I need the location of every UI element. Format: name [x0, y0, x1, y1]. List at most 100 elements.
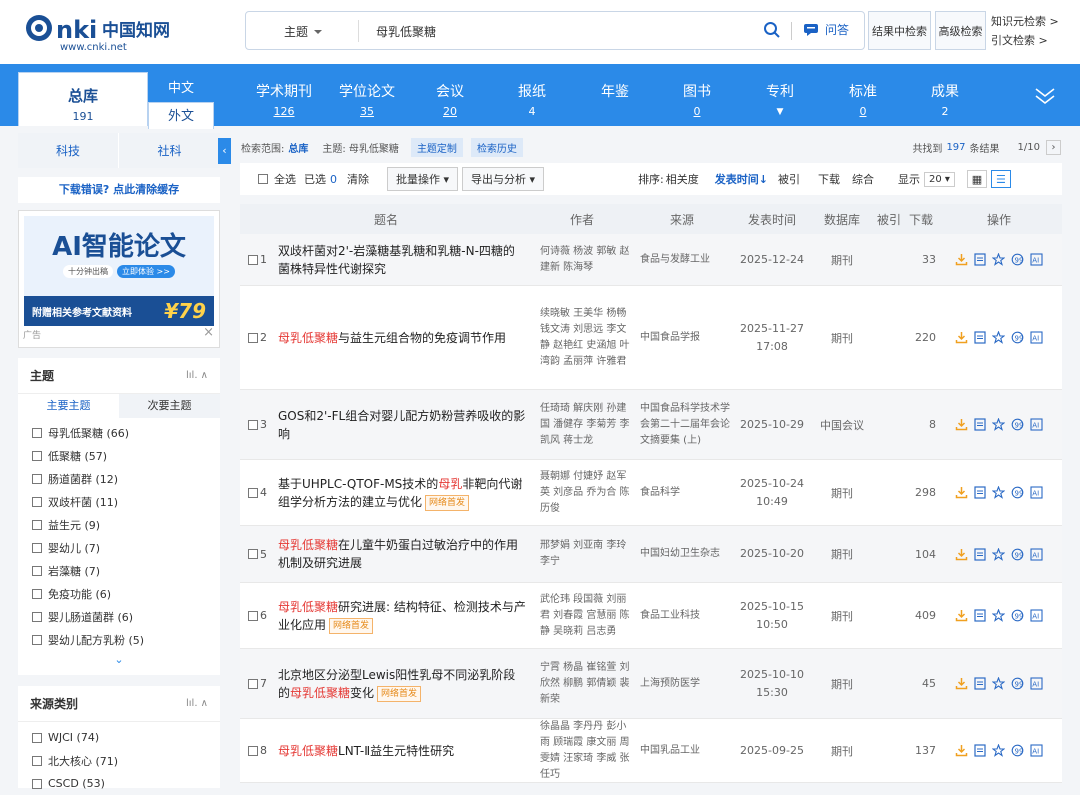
topic-option[interactable]: 肠道菌群 (12): [18, 467, 220, 490]
favorite-star-icon[interactable]: [992, 486, 1005, 499]
favorite-star-icon[interactable]: [992, 331, 1005, 344]
sort-cited[interactable]: 被引: [778, 171, 800, 187]
source-link[interactable]: 中国乳品工业: [632, 743, 732, 759]
tab-newspaper[interactable]: 报纸 4: [494, 81, 570, 118]
tab-science[interactable]: 科技: [18, 133, 118, 168]
sort-date[interactable]: 发表时间↓: [715, 171, 768, 187]
batch-ops-dropdown[interactable]: 批量操作 ▾: [387, 167, 459, 191]
chart-collapse-icon[interactable]: lıl. ∧: [186, 698, 208, 709]
clear-button[interactable]: 清除: [347, 171, 369, 187]
source-option[interactable]: CSCD (53): [18, 772, 220, 795]
page-size-select[interactable]: 20 ▾: [924, 171, 955, 187]
html-read-icon[interactable]: [974, 609, 986, 622]
row-select[interactable]: 2: [240, 331, 278, 344]
source-link[interactable]: 中国食品科学技术学会第二十二届年会论文摘要集 (上): [632, 401, 732, 449]
favorite-star-icon[interactable]: [992, 418, 1005, 431]
html-read-icon[interactable]: [974, 547, 986, 561]
authors[interactable]: 何诗薇 杨波 郭敏 赵建新 陈海琴: [532, 244, 632, 276]
expand-more-icon[interactable]: ⌄: [18, 653, 220, 666]
download-count[interactable]: 45: [906, 677, 936, 690]
paper-title[interactable]: 母乳低聚糖LNT-Ⅱ益生元特性研究: [278, 742, 532, 760]
clear-cache-link[interactable]: 下载错误? 点此清除缓存: [18, 177, 220, 203]
download-count[interactable]: 409: [906, 609, 936, 622]
html-read-icon[interactable]: [974, 418, 986, 431]
tab-yearbook[interactable]: 年鉴: [577, 81, 653, 101]
knowledge-search-link[interactable]: 知识元检索 >: [991, 12, 1059, 31]
paper-title[interactable]: 母乳低聚糖与益生元组合物的免疫调节作用: [278, 329, 532, 347]
row-select[interactable]: 1: [240, 253, 278, 266]
authors[interactable]: 徐晶晶 李丹丹 彭小雨 顾瑞霞 康文丽 周雯婧 汪家琦 李威 张任巧: [532, 719, 632, 783]
topic-option[interactable]: 婴幼儿 (7): [18, 536, 220, 559]
row-checkbox[interactable]: [248, 549, 258, 559]
checkbox[interactable]: [32, 450, 42, 461]
row-checkbox[interactable]: [248, 419, 258, 430]
ad-banner[interactable]: AI智能论文 十分钟出稿 立即体验 >> 附赠相关参考文献资料 ¥79 广告 ×: [18, 210, 220, 348]
authors[interactable]: 聂朝娜 付婕妤 赵军英 刘彦品 乔为合 陈历俊: [532, 469, 632, 517]
list-view-icon[interactable]: ☰: [990, 170, 1011, 188]
row-checkbox[interactable]: [248, 678, 258, 689]
custom-topic-button[interactable]: 主题定制: [410, 137, 463, 157]
search-input[interactable]: 母乳低聚糖: [376, 23, 436, 40]
tab-standard[interactable]: 标准 0: [825, 81, 901, 118]
quote-icon[interactable]: 99: [1011, 744, 1024, 757]
topic-facet-header[interactable]: 主题 lıl. ∧: [18, 358, 220, 394]
row-select[interactable]: 4: [240, 486, 278, 499]
collapse-sidebar-button[interactable]: ‹: [218, 138, 231, 164]
paper-title[interactable]: GOS和2'-FL组合对婴儿配方奶粉营养吸收的影响: [278, 407, 532, 443]
row-checkbox[interactable]: [248, 487, 258, 498]
ai-assist-icon[interactable]: AI: [1030, 677, 1043, 690]
col-download[interactable]: 下载: [906, 211, 936, 228]
paper-title[interactable]: 母乳低聚糖研究进展: 结构特征、检测技术与产业化应用 网络首发: [278, 598, 532, 634]
tab-book[interactable]: 图书 0: [659, 81, 735, 118]
ai-assist-icon[interactable]: AI: [1030, 253, 1043, 266]
ai-assist-icon[interactable]: AI: [1030, 744, 1043, 757]
row-checkbox[interactable]: [248, 745, 258, 756]
html-read-icon[interactable]: [974, 331, 986, 344]
source-link[interactable]: 上海预防医学: [632, 676, 732, 692]
row-select[interactable]: 6: [240, 609, 278, 622]
topic-option[interactable]: 母乳低聚糖 (66): [18, 421, 220, 444]
next-page-icon[interactable]: ›: [1046, 139, 1061, 155]
tab-conference[interactable]: 会议 20: [412, 81, 488, 118]
html-read-icon[interactable]: [974, 744, 986, 757]
topic-option[interactable]: 婴儿肠道菌群 (6): [18, 605, 220, 628]
quote-icon[interactable]: 99: [1011, 331, 1024, 344]
quote-icon[interactable]: 99: [1011, 486, 1024, 499]
paper-title[interactable]: 北京地区分泌型Lewis阳性乳母不同泌乳阶段的母乳低聚糖变化 网络首发: [278, 666, 532, 702]
topic-option[interactable]: 免疫功能 (6): [18, 582, 220, 605]
search-in-results-button[interactable]: 结果中检索: [868, 11, 931, 50]
tab-journal[interactable]: 学术期刊 126: [246, 81, 322, 118]
download-count[interactable]: 8: [906, 418, 936, 431]
quote-icon[interactable]: 99: [1011, 548, 1024, 561]
download-icon[interactable]: [955, 677, 968, 690]
paper-title[interactable]: 母乳低聚糖在儿童牛奶蛋白过敏治疗中的作用机制及研究进展: [278, 536, 532, 572]
ai-assist-icon[interactable]: AI: [1030, 486, 1043, 499]
search-icon[interactable]: [763, 21, 781, 42]
ai-assist-icon[interactable]: AI: [1030, 331, 1043, 344]
cnki-logo[interactable]: nki 中国知网 www.cnki.net: [22, 8, 202, 54]
ai-assist-icon[interactable]: AI: [1030, 547, 1043, 561]
html-read-icon[interactable]: [974, 677, 986, 690]
tab-achievement[interactable]: 成果 2: [907, 81, 983, 118]
row-checkbox[interactable]: [248, 332, 258, 343]
search-history-button[interactable]: 检索历史: [470, 137, 523, 157]
favorite-star-icon[interactable]: [992, 677, 1005, 690]
topic-option[interactable]: 岩藻糖 (7): [18, 559, 220, 582]
ai-assist-icon[interactable]: AI: [1030, 609, 1043, 622]
authors[interactable]: 续晓敏 王美华 杨畅 钱文涛 刘思远 李文静 赵艳红 史涵旭 叶湾韵 孟丽萍 许…: [532, 306, 632, 370]
citation-search-link[interactable]: 引文检索 >: [991, 31, 1059, 50]
authors[interactable]: 邢梦娟 刘亚南 李玲 李宁: [532, 538, 632, 570]
row-select[interactable]: 7: [240, 677, 278, 690]
paper-title[interactable]: 基于UHPLC-QTOF-MS技术的母乳非靶向代谢组学分析方法的建立与优化 网络首…: [278, 475, 532, 511]
sort-download[interactable]: 下载: [818, 171, 840, 187]
html-read-icon[interactable]: [974, 486, 986, 499]
source-link[interactable]: 食品科学: [632, 485, 732, 501]
paper-title[interactable]: 双歧杆菌对2'-岩藻糖基乳糖和乳糖-N-四糖的菌株特异性代谢探究: [278, 242, 532, 278]
quote-icon[interactable]: 99: [1011, 609, 1024, 622]
download-icon[interactable]: [955, 331, 968, 344]
tab-social-science[interactable]: 社科: [118, 133, 220, 168]
source-link[interactable]: 中国食品学报: [632, 330, 732, 346]
checkbox[interactable]: [32, 496, 42, 507]
tab-total[interactable]: 总库 191: [18, 72, 148, 126]
sort-relevance[interactable]: 相关度: [666, 171, 699, 187]
